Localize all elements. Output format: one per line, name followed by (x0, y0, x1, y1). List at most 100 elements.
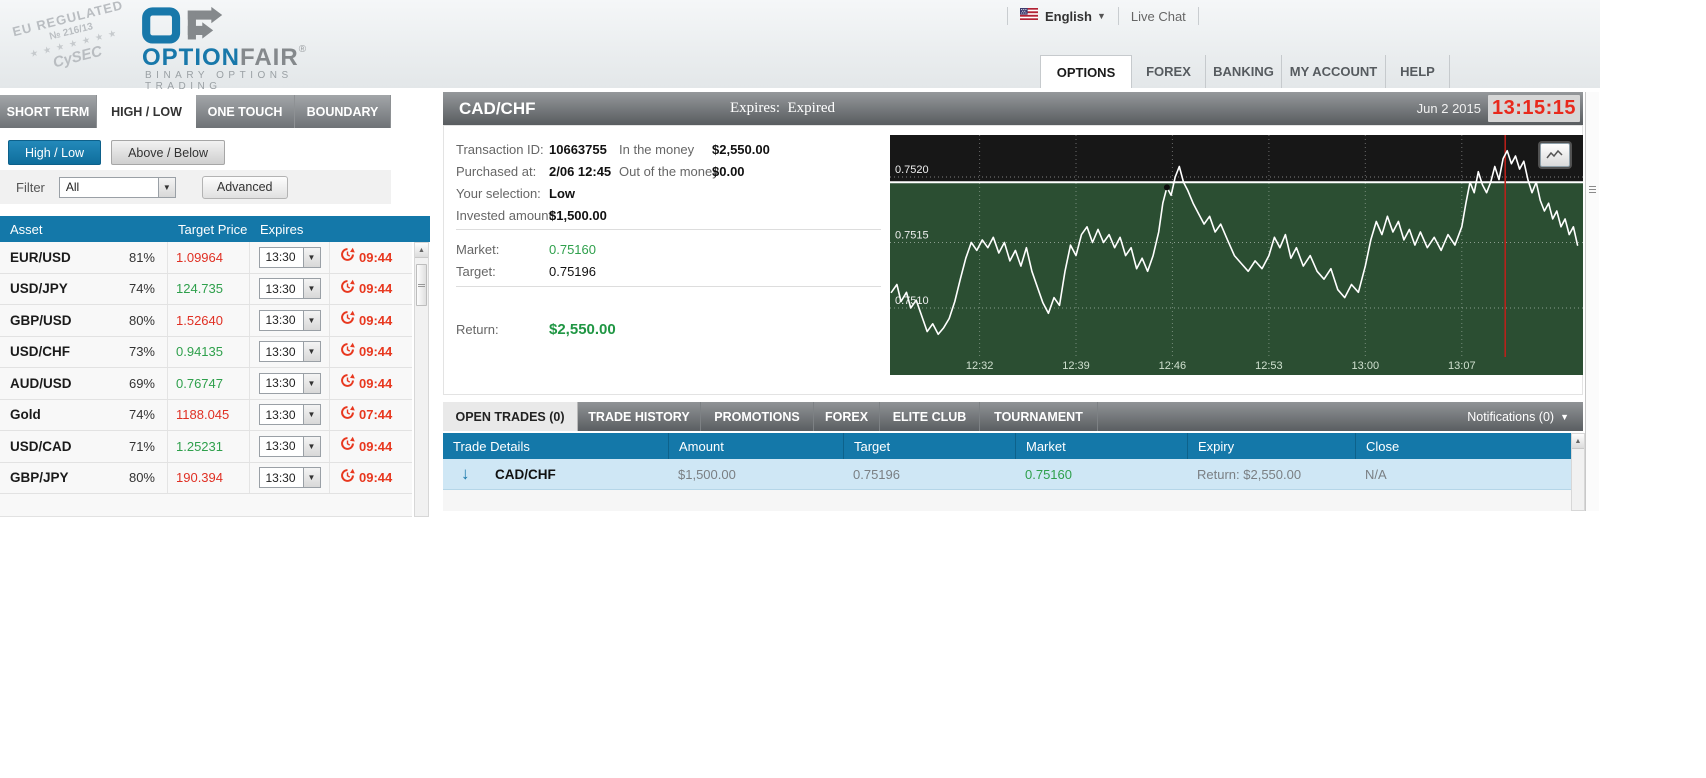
language-selector[interactable]: English (1045, 9, 1092, 24)
page-scrollbar[interactable] (1585, 92, 1599, 511)
expiry-select[interactable]: 13:30▼ (259, 373, 321, 394)
tab-high-low[interactable]: HIGH / LOW (97, 95, 196, 128)
mode-button-above-below[interactable]: Above / Below (111, 140, 225, 165)
trade-expiry: Return: $2,550.00 (1187, 459, 1355, 489)
expiry-select[interactable]: 13:30▼ (259, 341, 321, 362)
expiry-select-value: 13:30 (260, 439, 302, 453)
expiry-select[interactable]: 13:30▼ (259, 247, 321, 268)
countdown-clock-icon (340, 405, 355, 420)
expiry-select[interactable]: 13:30▼ (259, 436, 321, 457)
dropdown-arrow-icon[interactable]: ▼ (303, 437, 320, 456)
nav-tab-help[interactable]: HELP (1386, 55, 1450, 88)
brand-name-option: OPTION (142, 44, 240, 71)
svg-text:12:46: 12:46 (1159, 360, 1187, 372)
filter-label: Filter (16, 180, 45, 195)
dropdown-arrow-icon[interactable]: ▼ (303, 342, 320, 361)
brand-logo[interactable]: EU REGULATED № 216/13 ★ ★ ★ ★ ★ ★ ★ CySE… (14, 4, 344, 84)
dropdown-arrow-icon[interactable]: ▼ (303, 374, 320, 393)
expiry-select[interactable]: 13:30▼ (259, 310, 321, 331)
expiry-select-value: 13:30 (260, 471, 302, 485)
expiry-select[interactable]: 13:30▼ (259, 404, 321, 425)
money-value: $2,550.00 (712, 142, 770, 157)
asset-row-gbp-jpy[interactable]: GBP/JPY80%190.39413:30▼09:44 (0, 463, 412, 495)
svg-text:13:00: 13:00 (1352, 360, 1380, 372)
open-trade-row[interactable]: ↓CAD/CHF$1,500.000.751960.75160Return: $… (443, 459, 1571, 490)
countdown-time: 09:44 (359, 439, 392, 454)
svg-text:12:39: 12:39 (1062, 360, 1090, 372)
asset-row-usd-cad[interactable]: USD/CAD71%1.2523113:30▼09:44 (0, 431, 412, 463)
countdown-clock-icon (340, 247, 355, 262)
asset-row-gold[interactable]: Gold74%1188.04513:30▼07:44 (0, 400, 412, 432)
nav-tab-banking[interactable]: BANKING (1206, 55, 1282, 88)
asset-row-usd-chf[interactable]: USD/CHF73%0.9413513:30▼09:44 (0, 337, 412, 369)
countdown-time: 09:44 (359, 313, 392, 328)
asset-row-usd-jpy[interactable]: USD/JPY74%124.73513:30▼09:44 (0, 274, 412, 306)
notifications-toggle[interactable]: Notifications (0) ▼ (1467, 410, 1569, 424)
advanced-button[interactable]: Advanced (202, 176, 288, 199)
countdown-clock-icon (340, 310, 355, 330)
column-header-target: Target (843, 433, 1015, 459)
dropdown-arrow-icon[interactable]: ▼ (303, 248, 320, 267)
countdown-clock-icon (340, 342, 355, 362)
trade-close: N/A (1355, 459, 1571, 489)
server-clock: 13:15:15 (1488, 95, 1580, 122)
bottom-tab-elite-club[interactable]: ELITE CLUB (880, 402, 980, 431)
dropdown-arrow-icon[interactable]: ▼ (303, 468, 320, 487)
asset-payout: 80% (129, 470, 167, 485)
nav-tab-options[interactable]: OPTIONS (1040, 55, 1132, 88)
chevron-down-icon[interactable]: ▼ (1097, 11, 1106, 21)
countdown-clock-icon (340, 436, 355, 456)
trade-pair-bar: CAD/CHF Expires: Expired Jun 2 2015 13:1… (443, 92, 1583, 125)
bottom-tab-promotions[interactable]: PROMOTIONS (701, 402, 814, 431)
scroll-up-icon[interactable]: ▲ (1572, 434, 1584, 449)
bottom-tab-tournament[interactable]: TOURNAMENT (980, 402, 1098, 431)
expiry-select[interactable]: 13:30▼ (259, 467, 321, 488)
dropdown-arrow-icon[interactable]: ▼ (303, 279, 320, 298)
asset-row-eur-usd[interactable]: EUR/USD81%1.0996413:30▼09:44 (0, 242, 412, 274)
filter-select[interactable]: All ▼ (59, 177, 176, 198)
expiry-select-value: 13:30 (260, 408, 302, 422)
dropdown-arrow-icon[interactable]: ▼ (303, 405, 320, 424)
bottom-tab-trade-history[interactable]: TRADE HISTORY (578, 402, 701, 431)
bottom-tab-open-trades-0[interactable]: OPEN TRADES (0) (443, 402, 578, 431)
asset-target-price: 0.94135 (168, 337, 250, 368)
tab-boundary[interactable]: BOUNDARY (295, 95, 391, 128)
scroll-up-icon[interactable]: ▲ (415, 243, 428, 258)
nav-tab-forex[interactable]: FOREX (1132, 55, 1206, 88)
countdown-clock-icon (340, 468, 355, 483)
svg-text:0.7510: 0.7510 (895, 295, 929, 307)
asset-payout: 73% (129, 344, 167, 359)
dropdown-arrow-icon[interactable]: ▼ (158, 178, 175, 197)
open-trades-table-body (443, 490, 1571, 511)
trade-details-cell: ↓CAD/CHF (443, 459, 668, 489)
expires-status: Expires: Expired (730, 100, 835, 117)
asset-target-price: 1.09964 (168, 242, 250, 273)
filter-band: Filter All ▼ Advanced (0, 170, 391, 204)
expiry-select-value: 13:30 (260, 250, 302, 264)
expiry-select-value: 13:30 (260, 345, 302, 359)
scrollbar-grip[interactable] (1589, 184, 1596, 193)
scrollbar-thumb[interactable] (416, 264, 427, 306)
svg-text:13:07: 13:07 (1448, 360, 1476, 372)
mode-button-high-low[interactable]: High / Low (8, 140, 101, 165)
nav-tab-my-account[interactable]: MY ACCOUNT (1282, 55, 1386, 88)
expires-value: Expired (788, 100, 835, 116)
bottom-tab-forex[interactable]: FOREX (814, 402, 880, 431)
trade-pair: CAD/CHF (495, 467, 556, 482)
tab-short-term[interactable]: SHORT TERM (0, 95, 97, 128)
tab-one-touch[interactable]: ONE TOUCH (196, 95, 295, 128)
column-header-expires: Expires (250, 222, 330, 237)
filter-select-value: All (60, 180, 85, 194)
asset-table-scrollbar[interactable]: ▲ (414, 242, 429, 517)
asset-row-gbp-usd[interactable]: GBP/USD80%1.5264013:30▼09:44 (0, 305, 412, 337)
asset-name: USD/JPY (0, 281, 68, 296)
trade-market: 0.75160 (1015, 459, 1187, 489)
expiry-select[interactable]: 13:30▼ (259, 278, 321, 299)
chart-type-button[interactable] (1540, 143, 1570, 167)
open-trades-table-header: Trade DetailsAmountTargetMarketExpiryClo… (443, 433, 1571, 459)
detail-label: Transaction ID: (456, 142, 544, 157)
live-chat-link[interactable]: Live Chat (1131, 9, 1186, 24)
open-trades-scrollbar[interactable]: ▲ (1571, 433, 1585, 511)
asset-row-aud-usd[interactable]: AUD/USD69%0.7674713:30▼09:44 (0, 368, 412, 400)
dropdown-arrow-icon[interactable]: ▼ (303, 311, 320, 330)
